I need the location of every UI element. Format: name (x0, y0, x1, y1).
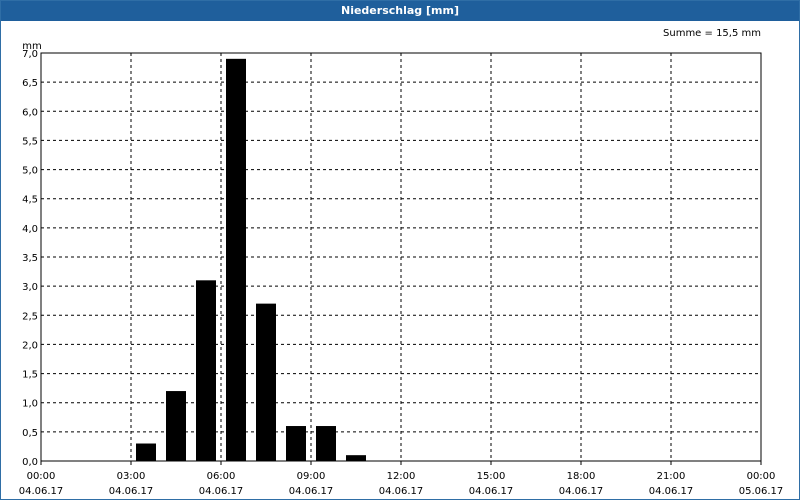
precip-bar (136, 443, 156, 461)
x-tick-date: 04.06.17 (289, 486, 334, 497)
y-tick-label: 3,0 (22, 282, 38, 293)
y-tick-label: 5,0 (22, 166, 38, 177)
precip-bar (226, 58, 246, 461)
y-tick-label: 2,0 (22, 340, 38, 351)
y-tick-label: 5,5 (22, 136, 38, 147)
y-tick-label: 3,5 (22, 253, 38, 264)
precip-bar (196, 280, 216, 461)
x-tick-date: 04.06.17 (199, 486, 244, 497)
y-tick-label: 4,5 (22, 195, 38, 206)
y-tick-label: 6,5 (22, 78, 38, 89)
x-tick-time: 06:00 (207, 471, 236, 482)
precipitation-chart: 0,0 0,5 1,0 1,5 2,0 2,5 3,0 3,5 4,0 4,5 5,0 5,5 6,0 6… (19, 28, 784, 497)
x-tick-date: 05.06.17 (739, 486, 784, 497)
x-tick-time: 18:00 (567, 471, 596, 482)
y-tick-label: 2,5 (22, 311, 38, 322)
x-tick-date: 04.06.17 (649, 486, 694, 497)
y-tick-label: 6,0 (22, 107, 38, 118)
x-tick-time: 15:00 (477, 471, 506, 482)
precip-bar (316, 426, 336, 461)
y-tick-label: 1,0 (22, 399, 38, 410)
y-tick-label: 4,0 (22, 224, 38, 235)
y-tick-label: 0,0 (22, 457, 38, 468)
x-tick-date: 04.06.17 (559, 486, 604, 497)
x-tick-time: 09:00 (297, 471, 326, 482)
y-unit-label: mm (22, 41, 41, 52)
x-tick-time: 03:00 (117, 471, 146, 482)
sum-label: Summe = 15,5 mm (663, 28, 761, 39)
y-tick-label: 0,5 (22, 428, 38, 439)
precip-bar (286, 426, 306, 461)
precip-bar (346, 455, 366, 461)
precip-bar (256, 303, 276, 461)
x-tick-time: 00:00 (27, 471, 56, 482)
precip-bar (166, 391, 186, 461)
x-tick-time: 12:00 (387, 471, 416, 482)
x-tick-date: 04.06.17 (19, 486, 64, 497)
x-tick-time: 00:00 (747, 471, 776, 482)
x-tick-date: 04.06.17 (379, 486, 424, 497)
x-tick-date: 04.06.17 (469, 486, 514, 497)
x-tick-date: 04.06.17 (109, 486, 154, 497)
x-tick-time: 21:00 (657, 471, 686, 482)
y-tick-label: 1,5 (22, 370, 38, 381)
